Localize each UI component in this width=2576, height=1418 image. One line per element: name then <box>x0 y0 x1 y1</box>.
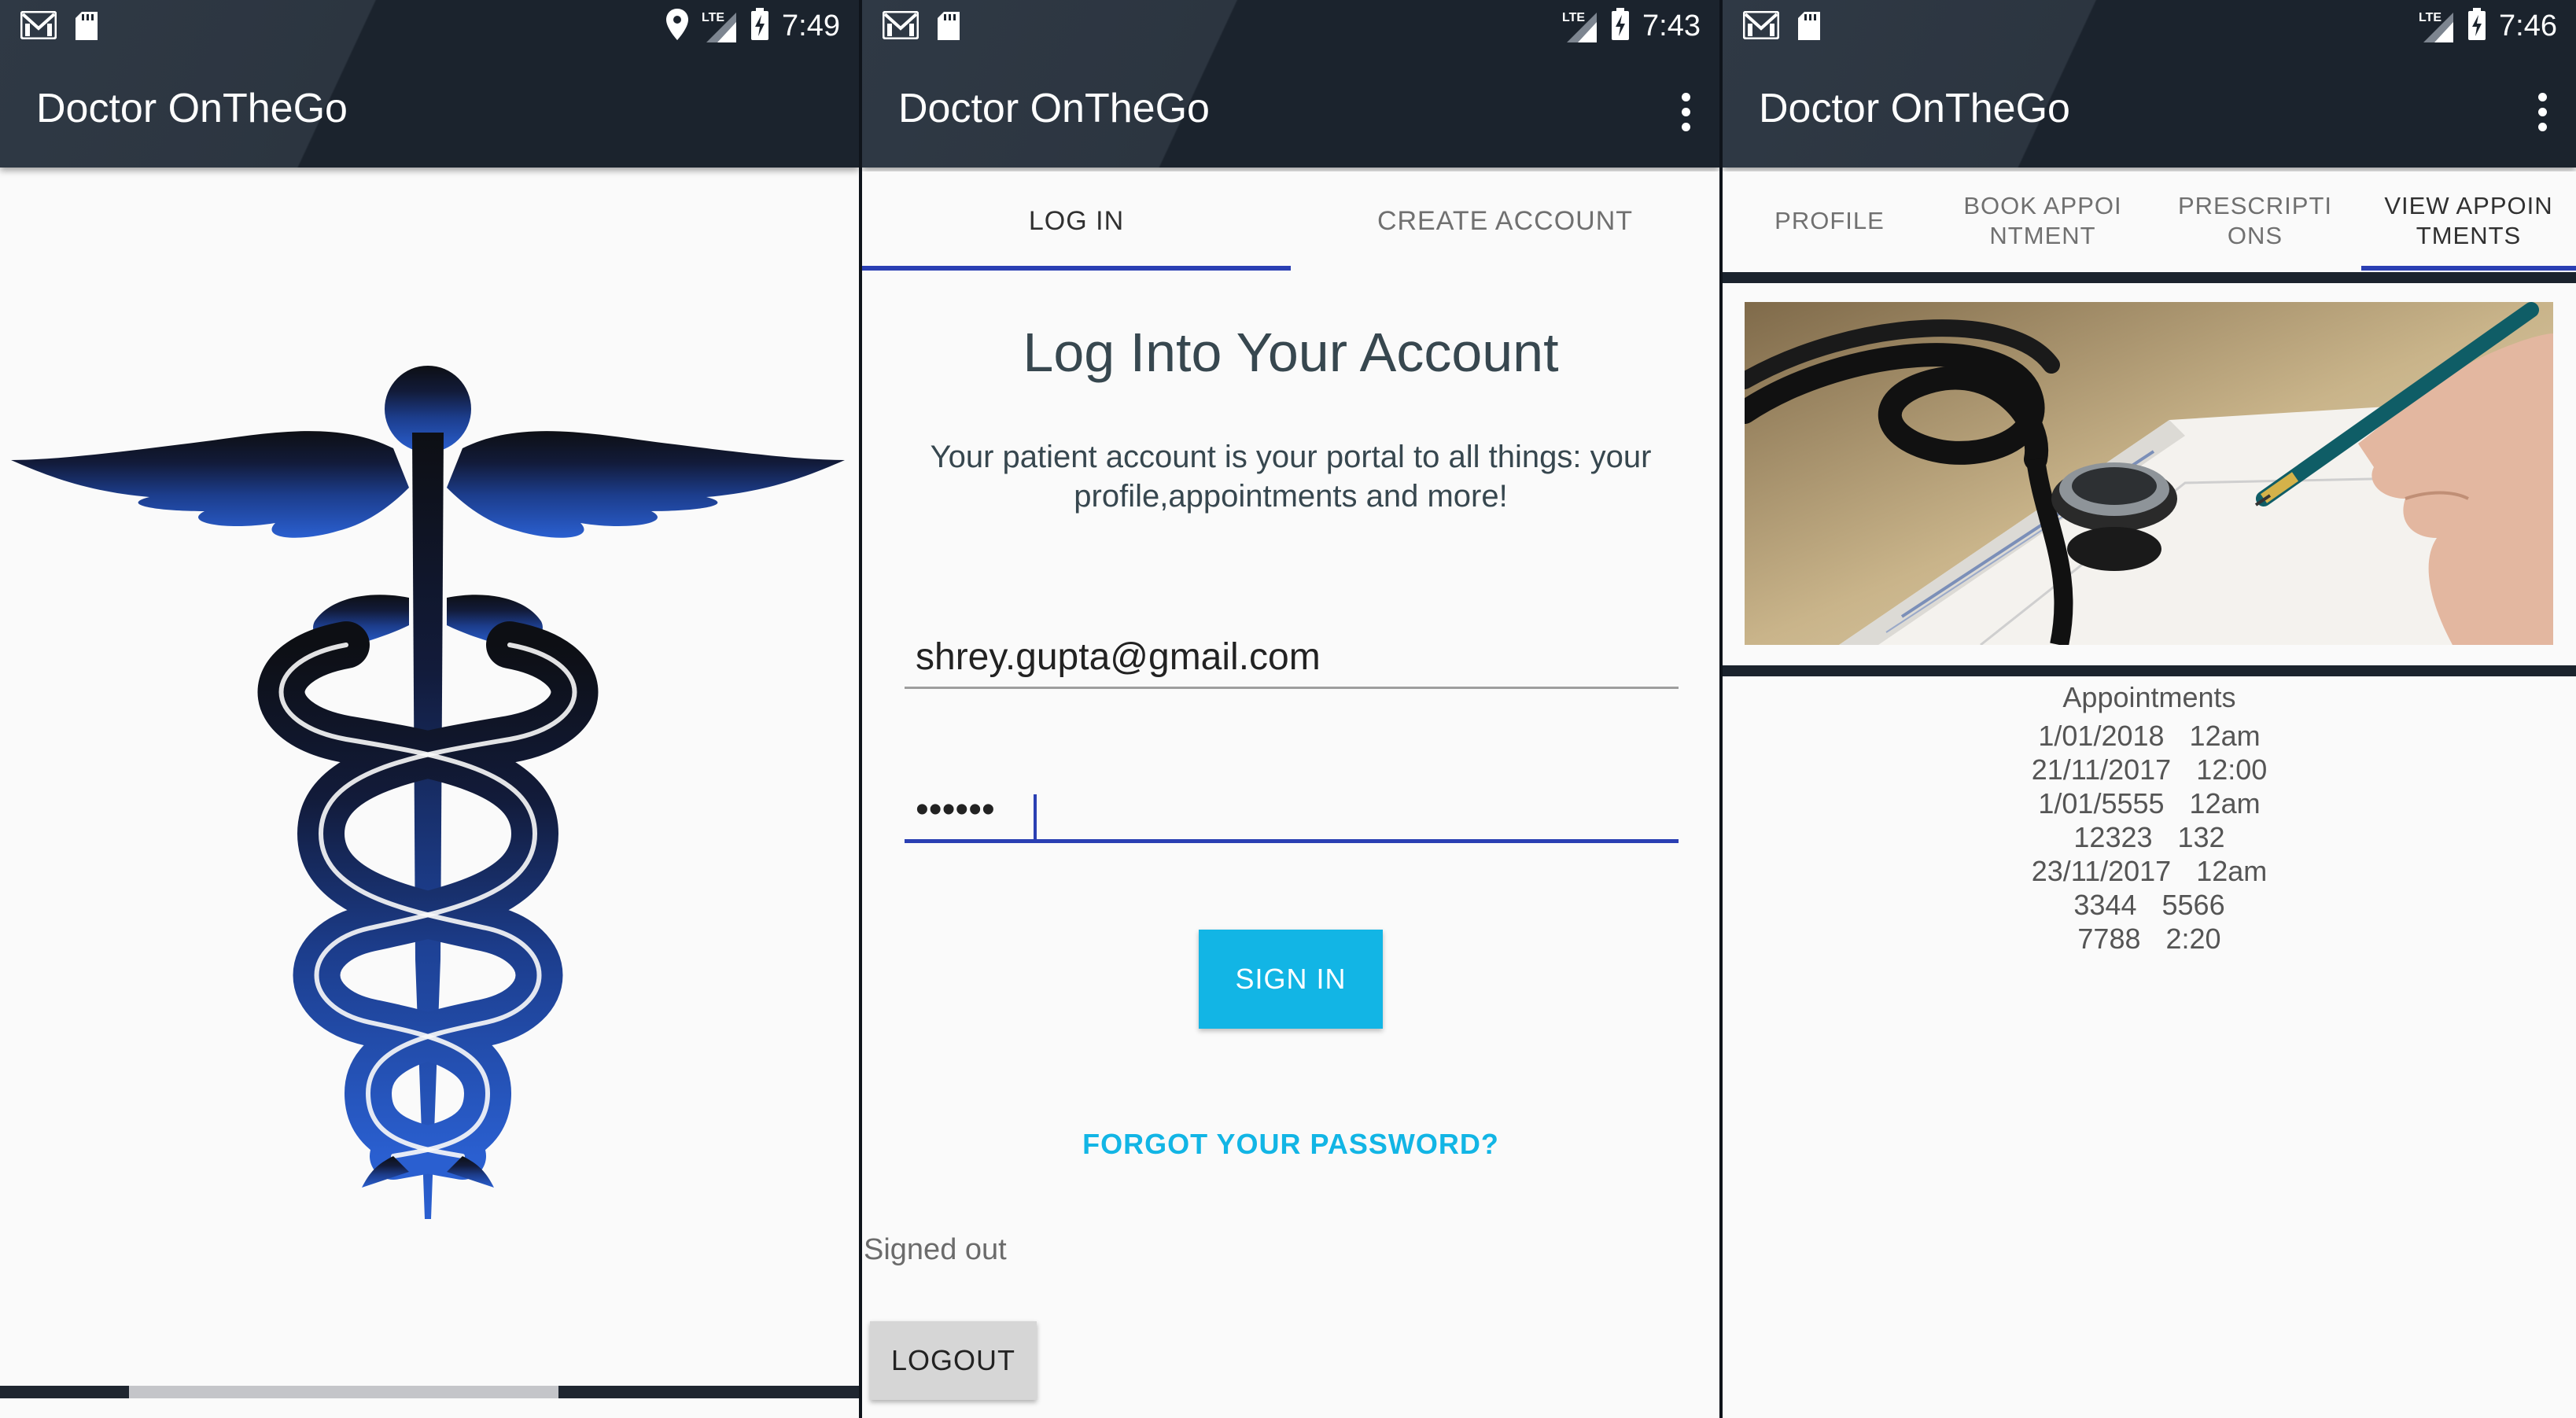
page-title: Log Into Your Account <box>1023 322 1559 383</box>
tab-label-line1: PRESCRIPTI <box>2177 192 2333 219</box>
progress-fill <box>129 1386 558 1398</box>
appointments-screen: LTE 7:46 Doctor OnTheGo PROFILE BOOK APP… <box>1723 0 2576 1418</box>
tab-label-line2: TMENTS <box>2416 222 2522 249</box>
tab-label-line2: ONS <box>2227 222 2283 249</box>
stethoscope-and-diary-photo <box>1745 302 2553 645</box>
forgot-password-link[interactable]: FORGOT YOUR PASSWORD? <box>862 1128 1719 1161</box>
appointment-time: 2:20 <box>2165 923 2221 955</box>
appointments-title: Appointments <box>2062 681 2236 713</box>
battery-charging-icon <box>750 8 769 45</box>
sd-card-icon <box>1797 11 1822 45</box>
tab-profile[interactable]: PROFILE <box>1723 171 1937 271</box>
app-bar: LTE 7:46 Doctor OnTheGo <box>1723 0 2576 168</box>
gmail-icon <box>1742 10 1780 45</box>
logout-button[interactable]: LOGOUT <box>870 1321 1037 1400</box>
location-icon <box>665 8 689 45</box>
app-title: Doctor OnTheGo <box>898 86 1210 131</box>
appointment-time: 132 <box>2177 821 2225 853</box>
tab-label-line2: NTMENT <box>1989 222 2096 249</box>
gmail-icon <box>882 10 919 45</box>
splash-screen: LTE 7:49 Doctor OnTheGo <box>0 0 859 1418</box>
divider <box>1723 272 2576 283</box>
login-screen: LTE 7:43 Doctor OnTheGo LOG IN CREATE AC… <box>862 0 1719 1418</box>
overflow-menu-icon[interactable] <box>1682 93 1691 134</box>
app-title: Doctor OnTheGo <box>1759 86 2070 131</box>
sign-in-button[interactable]: SIGN IN <box>1199 930 1383 1029</box>
sd-card-icon <box>936 11 961 45</box>
sign-in-status-text: Signed out <box>864 1233 1007 1266</box>
list-item: 21/11/2017 12:00 <box>1723 753 2576 786</box>
appointment-date: 7788 <box>2077 923 2141 955</box>
password-input[interactable] <box>905 788 1690 831</box>
caduceus-logo <box>0 362 859 1231</box>
gmail-icon <box>20 10 57 45</box>
login-description: Your patient account is your portal to a… <box>930 440 1652 514</box>
battery-charging-icon <box>2467 8 2486 45</box>
list-item: 1/01/2018 12am <box>1723 719 2576 753</box>
divider <box>1723 665 2576 676</box>
status-bar: LTE 7:43 <box>862 0 1719 55</box>
battery-charging-icon <box>1611 8 1630 45</box>
tab-log-in[interactable]: LOG IN <box>862 171 1291 271</box>
signal-icon: LTE <box>702 9 738 44</box>
app-bar: LTE 7:49 Doctor OnTheGo <box>0 0 859 168</box>
appointments-list: 1/01/2018 12am 21/11/2017 12:00 1/01/5555 1… <box>1723 719 2576 956</box>
auth-tabs: LOG IN CREATE ACCOUNT <box>862 171 1719 271</box>
app-bar: LTE 7:43 Doctor OnTheGo <box>862 0 1719 168</box>
tab-label: PROFILE <box>1774 207 1885 234</box>
list-item: 23/11/2017 12am <box>1723 854 2576 888</box>
appointment-date: 12323 <box>2073 821 2153 853</box>
list-item: 7788 2:20 <box>1723 922 2576 956</box>
appointment-time: 12am <box>2189 720 2261 752</box>
status-time: 7:43 <box>1642 9 1701 42</box>
tab-indicator <box>2361 266 2576 271</box>
email-underline <box>905 687 1679 689</box>
list-item: 12323 132 <box>1723 820 2576 854</box>
appointment-time: 12am <box>2196 855 2268 887</box>
status-bar: LTE 7:49 <box>0 0 859 55</box>
main-tabs: PROFILE BOOK APPOI NTMENT PRESCRIPTI ONS V… <box>1723 171 2576 271</box>
tab-label-line1: VIEW APPOIN <box>2384 192 2553 219</box>
status-time: 7:46 <box>2499 9 2557 42</box>
tab-indicator <box>862 266 1291 271</box>
tab-prescriptions[interactable]: PRESCRIPTI ONS <box>2149 171 2361 271</box>
signal-icon: LTE <box>2419 9 2455 44</box>
appointment-date: 1/01/5555 <box>2038 787 2165 819</box>
tab-create-account[interactable]: CREATE ACCOUNT <box>1291 171 1719 271</box>
password-field <box>905 788 1690 843</box>
password-underline <box>905 839 1679 843</box>
appointment-time: 12:00 <box>2196 753 2268 786</box>
status-bar: LTE 7:46 <box>1723 0 2576 55</box>
appointment-date: 21/11/2017 <box>2031 753 2172 786</box>
appointment-date: 23/11/2017 <box>2031 855 2172 887</box>
tab-book-appointment[interactable]: BOOK APPOI NTMENT <box>1937 171 2149 271</box>
signal-icon: LTE <box>1562 9 1598 44</box>
email-input[interactable] <box>905 635 1690 679</box>
appointment-date: 3344 <box>2073 889 2137 921</box>
tab-view-appointments[interactable]: VIEW APPOIN TMENTS <box>2361 171 2576 271</box>
text-cursor <box>1034 794 1037 842</box>
overflow-menu-icon[interactable] <box>2538 93 2548 134</box>
app-title: Doctor OnTheGo <box>36 86 348 131</box>
appointment-date: 1/01/2018 <box>2038 720 2165 752</box>
sd-card-icon <box>74 11 99 45</box>
list-item: 3344 5566 <box>1723 888 2576 922</box>
appointment-time: 12am <box>2189 787 2261 819</box>
loading-progress-bar <box>0 1386 859 1398</box>
tab-label-line1: BOOK APPOI <box>1963 192 2122 219</box>
appointment-time: 5566 <box>2161 889 2225 921</box>
status-time: 7:49 <box>782 9 840 42</box>
email-field <box>905 635 1690 689</box>
list-item: 1/01/5555 12am <box>1723 786 2576 820</box>
